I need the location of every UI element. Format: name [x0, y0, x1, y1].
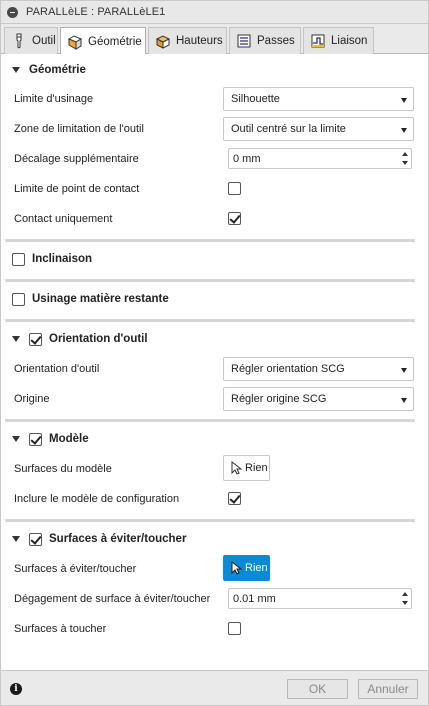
separator: [5, 319, 415, 322]
checkbox-eviter-toucher[interactable]: [29, 532, 42, 546]
label-zone-limitation: Zone de limitation de l'outil: [14, 123, 144, 135]
section-inclinaison-header[interactable]: Inclinaison: [1, 244, 428, 274]
checkbox-contact-uniquement[interactable]: [228, 212, 241, 225]
spinner-arrows-icon[interactable]: [400, 150, 410, 167]
dialog-titlebar: PARALLèLE : PARALLèLE1: [0, 0, 429, 24]
label-decalage: Décalage supplémentaire: [14, 153, 139, 165]
caret-down-icon: [12, 336, 20, 342]
tab-bar: Outil Géométrie Hauteurs Passes Liaison: [0, 24, 429, 55]
label-surfaces-toucher: Surfaces à toucher: [14, 623, 107, 635]
section-geometrie-header[interactable]: Géométrie: [1, 55, 428, 85]
select-surfaces-eviter-button[interactable]: Rien: [223, 555, 270, 581]
checkbox-modele[interactable]: [29, 432, 42, 446]
label-inclure-modele-config: Inclure le modèle de configuration: [14, 493, 180, 505]
separator: [5, 519, 415, 522]
spinner-arrows-icon[interactable]: [400, 590, 410, 607]
tab-geometrie[interactable]: Géométrie: [60, 27, 146, 55]
heights-icon: [155, 35, 171, 49]
label-origine: Origine: [14, 393, 50, 405]
separator: [5, 239, 415, 242]
dropdown-limite-usinage[interactable]: Silhouette: [223, 87, 414, 111]
geometry-icon: [67, 34, 83, 50]
label-surfaces-eviter: Surfaces à éviter/toucher: [14, 563, 137, 575]
dropdown-origine[interactable]: Régler origine SCG: [223, 387, 414, 411]
section-orientation-header[interactable]: Orientation d'outil: [1, 324, 428, 354]
linking-icon: [311, 34, 325, 48]
caret-down-icon: [12, 67, 20, 73]
section-matiere-restante-header[interactable]: Usinage matière restante: [1, 284, 428, 314]
checkbox-surfaces-toucher[interactable]: [228, 622, 241, 635]
separator: [5, 419, 415, 422]
info-icon[interactable]: i: [10, 683, 22, 695]
dialog-footer: i OK Annuler: [0, 670, 429, 706]
caret-down-icon: [12, 436, 20, 442]
checkbox-orientation[interactable]: [29, 332, 42, 346]
select-surfaces-modele-button[interactable]: Rien: [223, 455, 270, 481]
tab-outil[interactable]: Outil: [4, 27, 58, 54]
label-orientation-outil: Orientation d'outil: [14, 363, 100, 375]
caret-down-icon: [12, 536, 20, 542]
tab-hauteurs[interactable]: Hauteurs: [148, 27, 227, 54]
separator: [5, 279, 415, 282]
dialog-title: PARALLèLE : PARALLèLE1: [26, 6, 166, 18]
ok-button[interactable]: OK: [287, 679, 348, 699]
tab-passes[interactable]: Passes: [229, 27, 301, 54]
dialog-content: Géométrie Limite d'usinage Silhouette Zo…: [0, 54, 429, 670]
tab-liaison[interactable]: Liaison: [303, 27, 374, 54]
cursor-arrow-icon: [231, 461, 242, 475]
label-limite-contact: Limite de point de contact: [14, 183, 140, 195]
input-degagement[interactable]: 0.01 mm: [228, 588, 412, 609]
section-eviter-toucher-header[interactable]: Surfaces à éviter/toucher: [1, 524, 428, 554]
label-degagement: Dégagement de surface à éviter/toucher: [14, 593, 211, 605]
section-modele-header[interactable]: Modèle: [1, 424, 428, 454]
cancel-button[interactable]: Annuler: [358, 679, 418, 699]
input-decalage[interactable]: 0 mm: [228, 148, 412, 169]
passes-icon: [237, 34, 251, 48]
cursor-arrow-icon: [231, 561, 242, 575]
checkbox-inclure-modele-config[interactable]: [228, 492, 241, 505]
dropdown-orientation-outil[interactable]: Régler orientation SCG: [223, 357, 414, 381]
checkbox-limite-contact[interactable]: [228, 182, 241, 195]
checkbox-inclinaison[interactable]: [12, 252, 25, 266]
label-surfaces-modele: Surfaces du modèle: [14, 463, 112, 475]
label-contact-uniquement: Contact uniquement: [14, 213, 113, 225]
label-limite-usinage: Limite d'usinage: [14, 93, 94, 105]
tool-icon: [16, 33, 22, 49]
checkbox-matiere-restante[interactable]: [12, 292, 25, 306]
collapse-icon[interactable]: [7, 6, 18, 18]
dropdown-zone-limitation[interactable]: Outil centré sur la limite: [223, 117, 414, 141]
